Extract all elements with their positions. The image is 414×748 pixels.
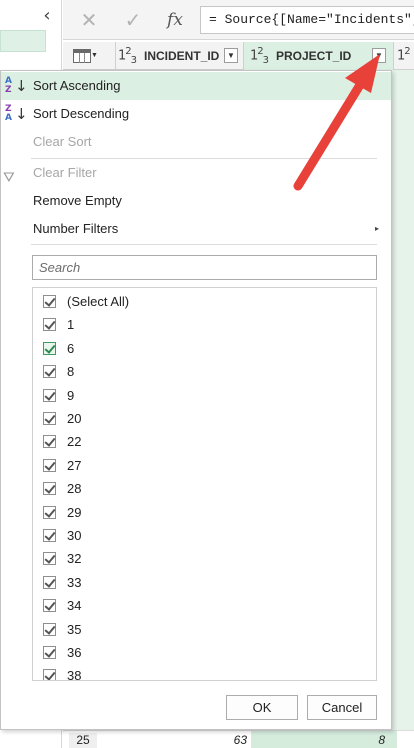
sort-descending-item[interactable]: ZA ↓ Sort Descending [1,100,391,128]
filter-value-item[interactable]: 34 [33,594,376,617]
table-row: 25 63 8 [63,730,414,748]
project-id-filter-dropdown[interactable]: ▼ [372,48,386,63]
filter-value-label: 27 [67,457,82,473]
filter-value-list: (Select All) 1 6 8 9 20 22 27 28 29 30 32 33 34 35 36 38 [32,287,377,681]
clear-sort-item[interactable]: Clear Sort [1,128,391,156]
filter-value-item[interactable]: 6 [33,337,376,360]
column-name-project-id: PROJECT_ID [276,49,352,63]
filter-value-label: 9 [67,387,75,403]
filter-value-label: (Select All) [67,294,130,309]
formula-bar: ✕ ✓ fx = Source{[Name="Incidents", [63,0,414,40]
filter-value-item[interactable]: 32 [33,547,376,570]
filter-value-item[interactable]: 28 [33,477,376,500]
clear-filter-item[interactable]: ⛛ Clear Filter [1,159,391,187]
sort-ascending-icon: AZ ↓ [5,76,28,95]
cell-project-id[interactable]: 8 [251,731,397,748]
whole-number-type-icon: 12 [397,46,411,64]
checkbox[interactable] [43,552,56,566]
filter-value-item[interactable]: 35 [33,618,376,641]
filter-value-item[interactable]: 20 [33,407,376,430]
checkbox[interactable] [43,388,56,402]
clear-filter-label: Clear Filter [33,165,97,180]
sort-ascending-item[interactable]: AZ ↓ Sort Ascending [1,72,391,100]
submenu-arrow-icon: ▸ [374,224,379,233]
checkbox[interactable] [43,295,56,308]
checkbox[interactable] [43,482,56,496]
cancel-formula-icon[interactable]: ✕ [77,8,101,32]
filter-value-item[interactable]: 30 [33,524,376,547]
collapse-pane-icon[interactable]: ‹ [38,6,56,26]
column-header-project-id[interactable]: 123 PROJECT_ID ▼ [244,42,394,70]
remove-empty-item[interactable]: Remove Empty [1,187,391,215]
column-header-next[interactable]: 12 [394,42,414,70]
formula-input[interactable]: = Source{[Name="Incidents", [200,6,414,34]
column-header-row: ▼ 123 INCIDENT_ID ▼ 123 PROJECT_ID ▼ 12 [63,42,414,70]
filter-value-label: 6 [67,340,75,356]
checkbox[interactable] [43,458,56,472]
sort-descending-label: Sort Descending [33,106,130,121]
filter-value-item[interactable]: 27 [33,454,376,477]
filter-value-label: 8 [67,364,75,380]
menu-divider [31,244,377,245]
selected-query-item[interactable] [0,30,46,52]
number-filters-label: Number Filters [33,221,119,236]
filter-value-item[interactable]: 38 [33,664,376,681]
filter-value-item[interactable]: 29 [33,501,376,524]
filter-value-label: 35 [67,621,82,637]
filter-value-label: 29 [67,504,82,520]
filter-value-item[interactable]: 1 [33,313,376,336]
sort-descending-icon: ZA ↓ [5,104,28,123]
checkbox[interactable] [43,599,56,613]
checkbox[interactable] [43,412,56,425]
table-icon [73,49,91,63]
search-input[interactable] [33,256,376,279]
filter-value-item[interactable]: 8 [33,360,376,383]
checkbox[interactable] [43,318,56,332]
checkbox[interactable] [43,646,56,659]
row-number: 25 [69,733,97,748]
search-box [32,255,377,280]
insert-function-icon[interactable]: fx [163,8,187,32]
column-header-incident-id[interactable]: 123 INCIDENT_ID ▼ [116,42,244,70]
cell-incident-id[interactable]: 63 [183,733,247,747]
filter-value-label: 22 [67,434,82,450]
incident-id-filter-dropdown[interactable]: ▼ [224,48,238,63]
number-filters-item[interactable]: Number Filters ▸ [1,215,391,243]
table-menu-arrow-icon: ▼ [91,52,98,59]
select-all-item[interactable]: (Select All) [33,290,376,313]
remove-empty-label: Remove Empty [33,193,122,208]
filter-value-label: 20 [67,411,82,426]
filter-value-item[interactable]: 33 [33,571,376,594]
filter-value-item[interactable]: 36 [33,641,376,664]
whole-number-type-icon: 123 [250,46,269,66]
filter-value-item[interactable]: 22 [33,430,376,453]
filter-value-label: 38 [67,668,82,681]
cancel-button[interactable]: Cancel [307,695,377,720]
checkbox[interactable] [43,622,56,636]
filter-value-label: 30 [67,528,82,543]
checkbox[interactable] [43,575,56,589]
filter-value-label: 1 [67,317,75,333]
filter-value-label: 28 [67,481,82,497]
filter-value-label: 36 [67,645,82,660]
filter-value-label: 33 [67,574,82,590]
checkbox[interactable] [43,365,56,379]
checkbox[interactable] [43,505,56,519]
commit-formula-icon[interactable]: ✓ [121,8,145,32]
clear-sort-label: Clear Sort [33,134,92,149]
filter-value-label: 32 [67,551,82,567]
filter-value-item[interactable]: 9 [33,384,376,407]
sort-ascending-label: Sort Ascending [33,78,121,93]
column-filter-menu: AZ ↓ Sort Ascending ZA ↓ Sort Descending… [0,70,392,730]
whole-number-type-icon: 123 [118,46,137,66]
filter-value-label: 34 [67,598,82,614]
checkbox[interactable] [43,341,56,355]
checkbox[interactable] [43,669,56,680]
checkbox[interactable] [43,435,56,449]
column-name-incident-id: INCIDENT_ID [144,49,220,63]
table-menu-header[interactable]: ▼ [63,42,116,70]
ok-button[interactable]: OK [226,695,298,720]
checkbox[interactable] [43,529,56,542]
